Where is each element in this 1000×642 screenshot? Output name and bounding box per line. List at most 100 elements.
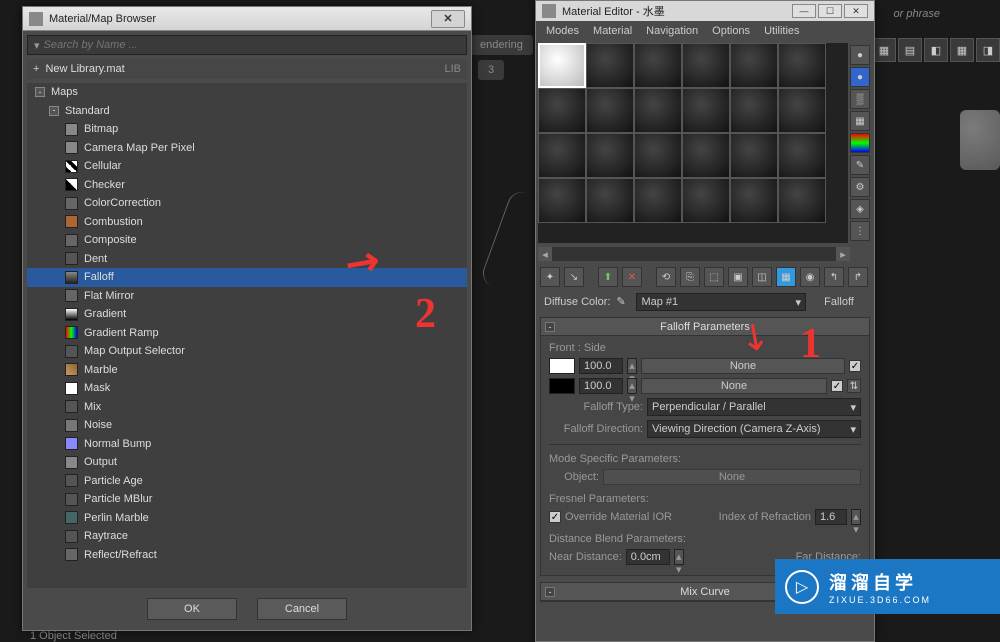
tree-group-standard[interactable]: - Standard xyxy=(27,102,467,121)
map-item-perlin-marble[interactable]: Perlin Marble xyxy=(27,509,467,528)
map-item-falloff[interactable]: Falloff xyxy=(27,268,467,287)
map-name-dropdown[interactable]: Map #1▾ xyxy=(636,293,806,311)
spinner-arrows-icon[interactable]: ▴▾ xyxy=(627,358,637,374)
side-amount-spinner[interactable]: 100.0 xyxy=(579,378,623,394)
collapse-icon[interactable]: - xyxy=(35,87,45,97)
bg-tool-icon[interactable]: ▦ xyxy=(950,38,974,62)
map-item-camera-map-per-pixel[interactable]: Camera Map Per Pixel xyxy=(27,139,467,158)
close-icon[interactable]: ✕ xyxy=(431,10,465,28)
sample-slot[interactable] xyxy=(538,178,586,223)
spinner-arrows-icon[interactable]: ▴▾ xyxy=(674,549,684,565)
sample-slot[interactable] xyxy=(586,133,634,178)
sample-slot[interactable] xyxy=(682,88,730,133)
get-material-icon[interactable]: ✦ xyxy=(540,267,560,287)
spinner-arrows-icon[interactable]: ▴▾ xyxy=(851,509,861,525)
sample-slot[interactable] xyxy=(778,133,826,178)
sample-slot[interactable] xyxy=(538,133,586,178)
sample-slot[interactable] xyxy=(586,43,634,88)
sample-slot[interactable] xyxy=(586,178,634,223)
override-ior-check[interactable]: ✓ xyxy=(549,511,561,523)
material-id-icon[interactable]: ⋮ xyxy=(850,221,870,241)
map-item-cellular[interactable]: Cellular xyxy=(27,157,467,176)
library-row[interactable]: + New Library.mat LIB xyxy=(27,59,467,79)
front-map-enable-check[interactable]: ✓ xyxy=(849,360,861,372)
browser-titlebar[interactable]: Material/Map Browser ✕ xyxy=(23,7,471,31)
sample-slot[interactable] xyxy=(634,133,682,178)
make-copy-icon[interactable]: ⎘ xyxy=(680,267,700,287)
material-id-icon[interactable]: ◫ xyxy=(752,267,772,287)
map-item-noise[interactable]: Noise xyxy=(27,416,467,435)
map-item-raytrace[interactable]: Raytrace xyxy=(27,527,467,546)
falloff-type-dropdown[interactable]: Perpendicular / Parallel▾ xyxy=(647,398,861,416)
color-swatch-side[interactable] xyxy=(549,378,575,394)
go-parent-icon[interactable]: ↰ xyxy=(824,267,844,287)
ior-spinner[interactable]: 1.6 xyxy=(815,509,847,525)
sample-slot[interactable] xyxy=(634,178,682,223)
reset-icon[interactable]: ⟲ xyxy=(656,267,676,287)
map-item-mix[interactable]: Mix xyxy=(27,398,467,417)
side-map-button[interactable]: None xyxy=(641,378,827,394)
select-by-material-icon[interactable]: ◈ xyxy=(850,199,870,219)
map-item-marble[interactable]: Marble xyxy=(27,361,467,380)
sample-slot[interactable] xyxy=(778,178,826,223)
background-icon[interactable]: ▒ xyxy=(850,89,870,109)
scroll-right-icon[interactable]: ▸ xyxy=(836,247,850,261)
expand-icon[interactable]: + xyxy=(33,63,39,75)
search-dropdown-icon[interactable]: ▾ xyxy=(34,39,40,52)
show-map-icon[interactable]: ▦ xyxy=(776,267,796,287)
map-item-flat-mirror[interactable]: Flat Mirror xyxy=(27,287,467,306)
uv-tile-icon[interactable]: ▦ xyxy=(850,111,870,131)
sample-slot[interactable] xyxy=(778,88,826,133)
sample-slot[interactable] xyxy=(538,88,586,133)
options-icon[interactable]: ⚙ xyxy=(850,177,870,197)
sample-slot[interactable] xyxy=(730,178,778,223)
tree-group-maps[interactable]: - Maps xyxy=(27,83,467,102)
collapse-icon[interactable]: - xyxy=(49,106,59,116)
maximize-icon[interactable]: ☐ xyxy=(818,4,842,18)
swap-icon[interactable]: ⇅ xyxy=(847,379,861,393)
make-unique-icon[interactable]: ⬚ xyxy=(704,267,724,287)
bg-tool-icon[interactable]: ▤ xyxy=(898,38,922,62)
sample-slot[interactable] xyxy=(634,88,682,133)
map-item-bitmap[interactable]: Bitmap xyxy=(27,120,467,139)
map-item-particle-mblur[interactable]: Particle MBlur xyxy=(27,490,467,509)
backlight-icon[interactable]: ● xyxy=(850,67,870,87)
map-item-particle-age[interactable]: Particle Age xyxy=(27,472,467,491)
cancel-button[interactable]: Cancel xyxy=(257,598,347,620)
falloff-direction-dropdown[interactable]: Viewing Direction (Camera Z-Axis)▾ xyxy=(647,420,861,438)
color-swatch-front[interactable] xyxy=(549,358,575,374)
map-item-reflect-refract[interactable]: Reflect/Refract xyxy=(27,546,467,565)
sample-slot[interactable] xyxy=(634,43,682,88)
map-item-composite[interactable]: Composite xyxy=(27,231,467,250)
near-distance-spinner[interactable]: 0.0cm xyxy=(626,549,670,565)
side-map-enable-check[interactable]: ✓ xyxy=(831,380,843,392)
map-type-label[interactable]: Falloff xyxy=(812,296,866,308)
scroll-left-icon[interactable]: ◂ xyxy=(538,247,552,261)
sample-slot[interactable] xyxy=(682,43,730,88)
sample-slot[interactable] xyxy=(730,43,778,88)
map-item-gradient[interactable]: Gradient xyxy=(27,305,467,324)
put-to-scene-icon[interactable]: ↘ xyxy=(564,267,584,287)
sample-slot[interactable] xyxy=(730,88,778,133)
sample-type-icon[interactable]: ● xyxy=(850,45,870,65)
collapse-icon[interactable]: - xyxy=(545,322,555,332)
sample-scrollbar[interactable]: ◂ ▸ xyxy=(538,247,850,261)
map-item-normal-bump[interactable]: Normal Bump xyxy=(27,435,467,454)
menu-material[interactable]: Material xyxy=(593,25,632,37)
menu-modes[interactable]: Modes xyxy=(546,25,579,37)
put-to-library-icon[interactable]: ▣ xyxy=(728,267,748,287)
ok-button[interactable]: OK xyxy=(147,598,237,620)
bg-tool-icon[interactable]: ▦ xyxy=(872,38,896,62)
menu-options[interactable]: Options xyxy=(712,25,750,37)
sample-slot[interactable] xyxy=(682,133,730,178)
front-amount-spinner[interactable]: 100.0 xyxy=(579,358,623,374)
collapse-icon[interactable]: - xyxy=(545,587,555,597)
spinner-arrows-icon[interactable]: ▴▾ xyxy=(627,378,637,394)
sample-slot[interactable] xyxy=(730,133,778,178)
show-end-result-icon[interactable]: ◉ xyxy=(800,267,820,287)
sample-slot[interactable] xyxy=(586,88,634,133)
bg-tool-icon[interactable]: ◨ xyxy=(976,38,1000,62)
map-item-mask[interactable]: Mask xyxy=(27,379,467,398)
go-forward-icon[interactable]: ↱ xyxy=(848,267,868,287)
sample-slot[interactable] xyxy=(778,43,826,88)
